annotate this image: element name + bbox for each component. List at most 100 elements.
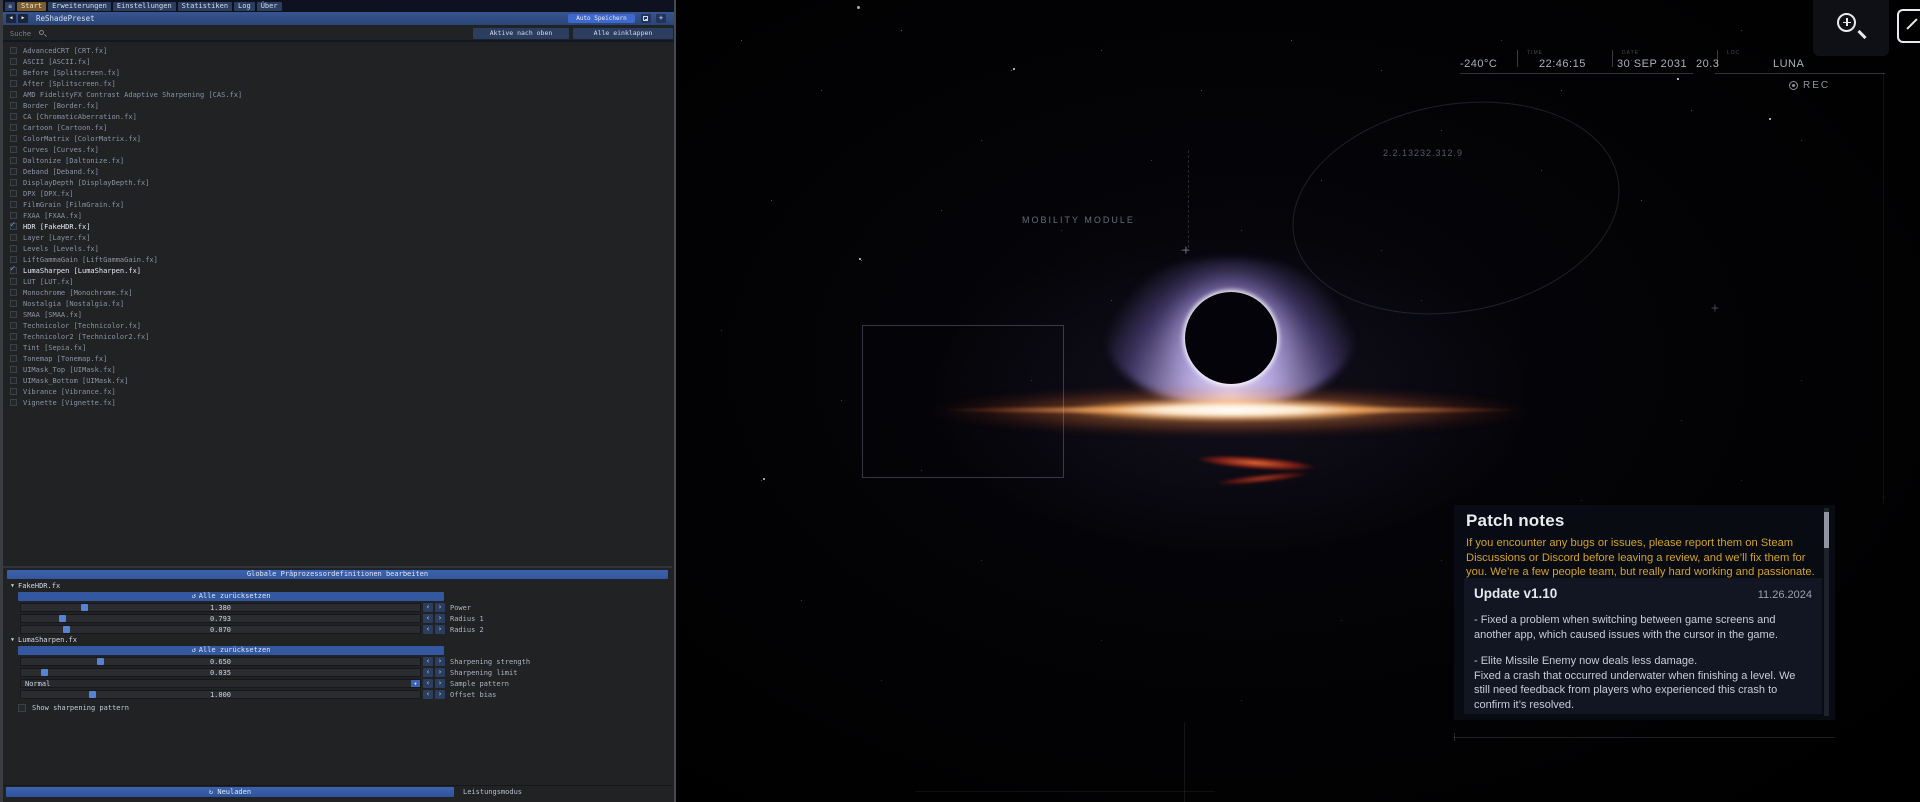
increment-button[interactable]: ›	[435, 668, 445, 677]
menu-item-start[interactable]: Start	[17, 2, 46, 11]
technique-checkbox[interactable]	[10, 399, 17, 406]
technique-row[interactable]: Nostalgia [Nostalgia.fx]	[3, 298, 672, 309]
technique-row[interactable]: ✓HDR [FakeHDR.fx]	[3, 221, 672, 232]
technique-row[interactable]: UIMask_Top [UIMask.fx]	[3, 364, 672, 375]
technique-row[interactable]: LiftGammaGain [LiftGammaGain.fx]	[3, 254, 672, 265]
param-slider[interactable]: 0.070	[20, 625, 421, 634]
technique-row[interactable]: Daltonize [Daltonize.fx]	[3, 155, 672, 166]
decrement-button[interactable]: ‹	[423, 690, 433, 699]
technique-row[interactable]: Deband [Deband.fx]	[3, 166, 672, 177]
technique-checkbox[interactable]	[10, 311, 17, 318]
technique-checkbox[interactable]	[10, 80, 17, 87]
technique-checkbox[interactable]	[10, 377, 17, 384]
param-slider[interactable]: 1.380	[20, 603, 421, 612]
decrement-button[interactable]: ‹	[423, 657, 433, 666]
technique-checkbox[interactable]	[10, 157, 17, 164]
show-pattern-checkbox[interactable]	[18, 704, 26, 712]
technique-row[interactable]: After [Splitscreen.fx]	[3, 78, 672, 89]
technique-row[interactable]: Curves [Curves.fx]	[3, 144, 672, 155]
param-slider[interactable]: 0.650	[20, 657, 421, 666]
technique-checkbox[interactable]	[10, 289, 17, 296]
menu-item-ueber[interactable]: Über	[257, 2, 282, 11]
performance-mode-toggle[interactable]: Leistungsmodus	[463, 787, 522, 797]
decrement-button[interactable]: ‹	[423, 603, 433, 612]
technique-row[interactable]: Technicolor [Technicolor.fx]	[3, 320, 672, 331]
param-combo[interactable]: Normal▼	[20, 679, 421, 688]
technique-row[interactable]: ✓LumaSharpen [LumaSharpen.fx]	[3, 265, 672, 276]
technique-row[interactable]: DPX [DPX.fx]	[3, 188, 672, 199]
technique-checkbox[interactable]	[10, 278, 17, 285]
menu-item-statistiken[interactable]: Statistiken	[178, 2, 232, 11]
technique-row[interactable]: ColorMatrix [ColorMatrix.fx]	[3, 133, 672, 144]
technique-checkbox[interactable]	[10, 322, 17, 329]
technique-row[interactable]: Tint [Sepia.fx]	[3, 342, 672, 353]
technique-checkbox[interactable]	[10, 344, 17, 351]
technique-row[interactable]: FXAA [FXAA.fx]	[3, 210, 672, 221]
decrement-button[interactable]: ‹	[423, 668, 433, 677]
technique-checkbox[interactable]	[10, 91, 17, 98]
param-slider[interactable]: 1.000	[20, 690, 421, 699]
technique-row[interactable]: Cartoon [Cartoon.fx]	[3, 122, 672, 133]
technique-checkbox[interactable]	[10, 47, 17, 54]
increment-button[interactable]: ›	[435, 603, 445, 612]
technique-checkbox[interactable]	[10, 146, 17, 153]
technique-checkbox[interactable]	[10, 135, 17, 142]
param-slider[interactable]: 0.035	[20, 668, 421, 677]
menu-item-erweiterungen[interactable]: Erweiterungen	[48, 2, 111, 11]
technique-row[interactable]: AMD FidelityFX Contrast Adaptive Sharpen…	[3, 89, 672, 100]
technique-row[interactable]: Vignette [Vignette.fx]	[3, 397, 672, 408]
technique-checkbox[interactable]	[10, 168, 17, 175]
technique-checkbox[interactable]	[10, 69, 17, 76]
technique-checkbox[interactable]	[10, 366, 17, 373]
technique-checkbox[interactable]	[10, 201, 17, 208]
preset-next-button[interactable]: ▶	[18, 14, 28, 23]
edit-preprocessor-button[interactable]: Globale Präprozessordefinitionen bearbei…	[7, 570, 668, 579]
menu-icon[interactable]: ≡	[5, 2, 15, 11]
technique-row[interactable]: UIMask_Bottom [UIMask.fx]	[3, 375, 672, 386]
menu-item-log[interactable]: Log	[234, 2, 255, 11]
autosave-button[interactable]: Auto Speichern	[568, 14, 635, 23]
technique-checkbox[interactable]	[10, 58, 17, 65]
technique-row[interactable]: SMAA [SMAA.fx]	[3, 309, 672, 320]
technique-row[interactable]: Monochrome [Monochrome.fx]	[3, 287, 672, 298]
technique-row[interactable]: Vibrance [Vibrance.fx]	[3, 386, 672, 397]
technique-row[interactable]: AdvancedCRT [CRT.fx]	[3, 45, 672, 56]
preset-prev-button[interactable]: ◀	[6, 14, 16, 23]
technique-checkbox[interactable]	[10, 124, 17, 131]
technique-row[interactable]: Technicolor2 [Technicolor2.fx]	[3, 331, 672, 342]
technique-checkbox[interactable]	[10, 113, 17, 120]
technique-row[interactable]: Before [Splitscreen.fx]	[3, 67, 672, 78]
reload-button[interactable]: ↻ Neuladen	[6, 787, 454, 797]
preset-name[interactable]: ReShadePreset	[36, 14, 95, 23]
increment-button[interactable]: ›	[435, 690, 445, 699]
technique-row[interactable]: Border [Border.fx]	[3, 100, 672, 111]
chevron-down-icon[interactable]: ▼	[411, 680, 420, 687]
decrement-button[interactable]: ‹	[423, 679, 433, 688]
technique-checkbox[interactable]	[10, 355, 17, 362]
technique-checkbox[interactable]: ✓	[10, 223, 17, 230]
technique-checkbox[interactable]	[10, 190, 17, 197]
increment-button[interactable]: ›	[435, 614, 445, 623]
journal-icon[interactable]	[1897, 9, 1920, 43]
technique-checkbox[interactable]	[10, 212, 17, 219]
technique-row[interactable]: LUT [LUT.fx]	[3, 276, 672, 287]
collapse-all-button[interactable]: Alle einklappen	[573, 28, 673, 39]
technique-checkbox[interactable]	[10, 234, 17, 241]
reset-all-button[interactable]: ↺Alle zurücksetzen	[18, 646, 444, 655]
technique-row[interactable]: CA [ChromaticAberration.fx]	[3, 111, 672, 122]
technique-row[interactable]: Levels [Levels.fx]	[3, 243, 672, 254]
scrollbar-thumb[interactable]	[1824, 512, 1829, 548]
technique-checkbox[interactable]	[10, 333, 17, 340]
shader-section-header[interactable]: ▼FakeHDR.fx	[3, 581, 672, 592]
technique-row[interactable]: FilmGrain [FilmGrain.fx]	[3, 199, 672, 210]
move-active-top-button[interactable]: Aktive nach oben	[473, 28, 569, 39]
technique-checkbox[interactable]	[10, 102, 17, 109]
increment-button[interactable]: ›	[435, 657, 445, 666]
technique-row[interactable]: DisplayDepth [DisplayDepth.fx]	[3, 177, 672, 188]
patch-notes-scrollbar[interactable]	[1824, 508, 1829, 716]
decrement-button[interactable]: ‹	[423, 625, 433, 634]
add-preset-button[interactable]: +	[656, 14, 666, 23]
technique-checkbox[interactable]	[10, 388, 17, 395]
technique-checkbox[interactable]	[10, 245, 17, 252]
search-input[interactable]: Suche	[10, 30, 31, 38]
